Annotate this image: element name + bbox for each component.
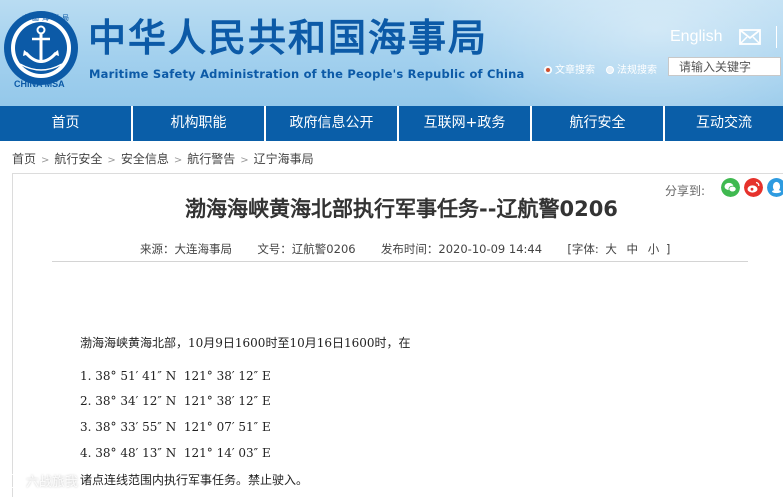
chevron-right-icon: > <box>41 155 50 166</box>
watermark-text: 六战旅我 <box>26 475 79 490</box>
search-option-regulation[interactable]: 法规搜索 <box>606 61 657 76</box>
radio-selected-icon <box>544 66 552 74</box>
breadcrumb-nav-warnings[interactable]: 航行警告 <box>187 152 235 166</box>
font-size-small-button[interactable]: 小 <box>648 242 660 256</box>
doc-number-value: 辽航警0206 <box>291 242 356 256</box>
logo-text: CHINA MSA <box>14 79 65 89</box>
doc-number-label: 文号： <box>257 242 292 256</box>
nav-item-home[interactable]: 首页 <box>0 106 133 141</box>
chevron-right-icon: > <box>240 155 249 166</box>
nav-item-functions[interactable]: 机构职能 <box>133 106 266 141</box>
publish-date-label: 发布时间： <box>380 242 439 256</box>
font-size-large-button[interactable]: 大 <box>605 242 617 256</box>
font-size-label: [字体: <box>567 242 599 256</box>
nav-item-internet-services[interactable]: 互联网+政务 <box>399 106 532 141</box>
coordinate-item: 4. 38° 48′ 13″ N 121° 14′ 03″ E <box>80 446 271 460</box>
font-size-close: ] <box>665 242 671 256</box>
article-meta: 来源：大连海事局 文号：辽航警0206 发布时间：2020-10-09 14:4… <box>140 241 670 257</box>
article-intro: 渤海海峡黄海北部，10月9日1600时至10月16日1600时，在 <box>80 336 411 350</box>
coordinate-item: 1. 38° 51′ 41″ N 121° 38′ 12″ E <box>80 369 271 383</box>
meta-divider <box>52 261 748 262</box>
main-nav: 首页 机构职能 政府信息公开 互联网+政务 航行安全 互动交流 <box>0 106 783 141</box>
coordinate-item: 2. 38° 34′ 12″ N 121° 38′ 12″ E <box>80 394 271 408</box>
watermark-logo-icon <box>6 474 22 488</box>
site-title-cn: 中华人民共和国海事局 <box>88 16 489 60</box>
publish-date-value: 2020-10-09 14:44 <box>438 242 543 256</box>
nav-item-navigation-safety[interactable]: 航行安全 <box>532 106 665 141</box>
search-option-label: 文章搜索 <box>555 65 595 76</box>
breadcrumb-home[interactable]: 首页 <box>12 152 36 166</box>
source-label: 来源： <box>140 242 175 256</box>
breadcrumb-navigation-safety[interactable]: 航行安全 <box>54 152 102 166</box>
article-title: 渤海海峡黄海北部执行军事任务--辽航警0206 <box>185 197 618 221</box>
breadcrumb-liaoning-msa[interactable]: 辽宁海事局 <box>254 152 314 166</box>
source-value: 大连海事局 <box>174 242 233 256</box>
english-link[interactable]: English <box>670 28 722 46</box>
font-size-control: [字体: 大 中 小 ] <box>567 242 670 256</box>
site-header: 中国海事局 CHINA MSA 中华人民共和国海事局 Maritime Safe… <box>0 0 783 106</box>
site-title-en: Maritime Safety Administration of the Pe… <box>89 67 525 81</box>
coordinate-item: 3. 38° 33′ 55″ N 121° 07′ 51″ E <box>80 420 271 434</box>
chevron-right-icon: > <box>107 155 116 166</box>
watermark: 六战旅我 <box>6 471 78 490</box>
search-input[interactable] <box>668 57 781 76</box>
nav-item-interaction[interactable]: 互动交流 <box>665 106 783 141</box>
article-closing: 诸点连线范围内执行军事任务。禁止驶入。 <box>80 473 309 487</box>
breadcrumb-safety-info[interactable]: 安全信息 <box>121 152 169 166</box>
logo-text-cn: 中国海事局 <box>22 14 72 22</box>
nav-item-gov-info[interactable]: 政府信息公开 <box>266 106 399 141</box>
chevron-right-icon: > <box>173 155 183 166</box>
search-option-label: 法规搜索 <box>617 65 657 76</box>
mail-icon[interactable] <box>739 29 761 45</box>
header-divider <box>776 26 777 48</box>
font-size-medium-button[interactable]: 中 <box>627 242 639 256</box>
radio-icon <box>606 66 614 74</box>
search-option-article[interactable]: 文章搜索 <box>544 61 595 76</box>
breadcrumb: 首页 > 航行安全 > 安全信息 > 航行警告 > 辽宁海事局 <box>12 150 314 167</box>
